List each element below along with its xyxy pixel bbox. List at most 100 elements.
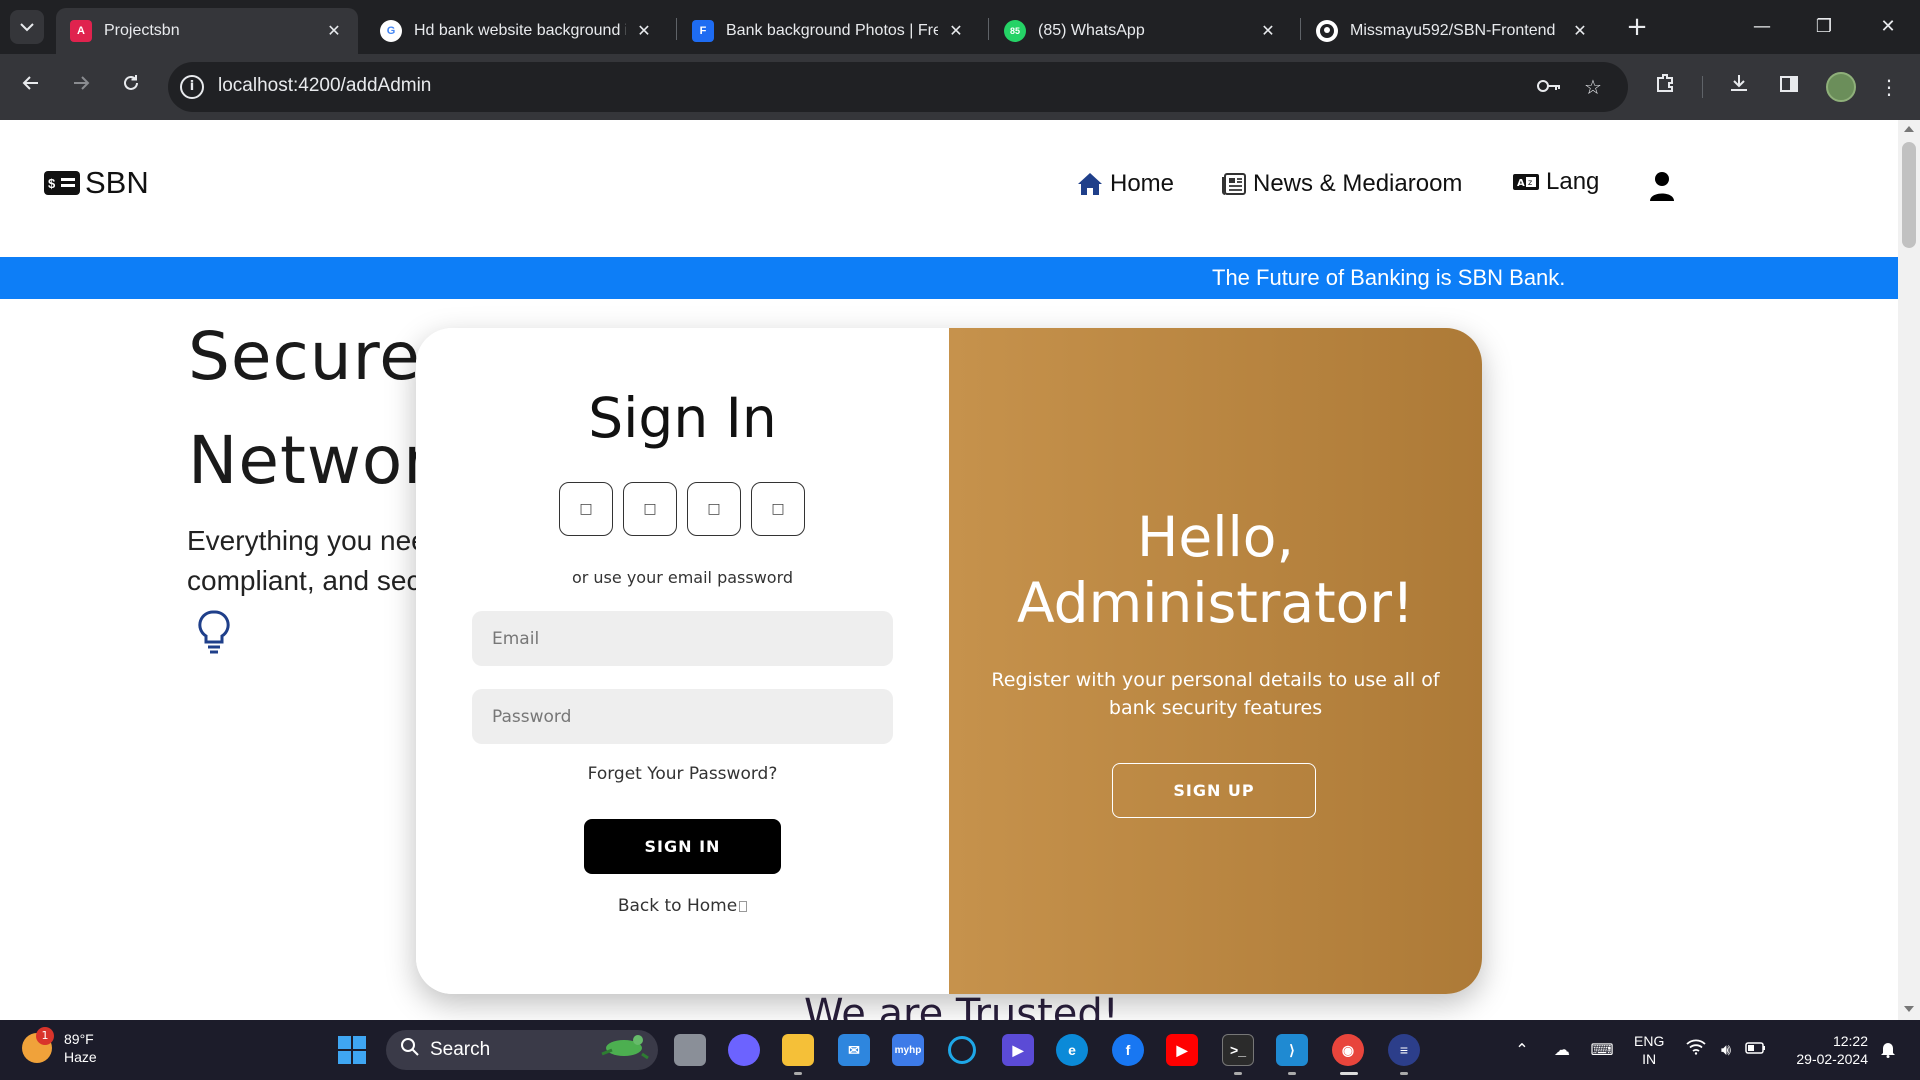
clock-time: 12:22 <box>1832 1033 1868 1049</box>
reload-button[interactable] <box>114 70 148 104</box>
profile-avatar[interactable] <box>1826 72 1856 102</box>
volume-icon[interactable]: 🔊︎ <box>1714 1038 1738 1062</box>
tab-whatsapp[interactable]: 85 (85) WhatsApp ✕ <box>990 8 1292 54</box>
tab-title: Bank background Photos | Free <box>726 22 938 39</box>
brand-logo[interactable]: $ SBN <box>44 165 149 201</box>
back-to-home-link[interactable]: Back to Home <box>416 896 949 916</box>
task-view-icon[interactable] <box>674 1034 706 1066</box>
new-tab-button[interactable]: + <box>1622 12 1652 42</box>
edge-icon[interactable]: e <box>1056 1034 1088 1066</box>
hero-subtitle-line-2: compliant, and sec <box>187 565 421 596</box>
back-button[interactable] <box>14 70 48 104</box>
input-language[interactable]: ENG IN <box>1634 1032 1664 1068</box>
eclipse-icon[interactable]: ≡ <box>1388 1034 1420 1066</box>
page-scrollbar[interactable] <box>1898 120 1920 1020</box>
announcement-ticker: The Future of Banking is SBN Bank. <box>0 257 1898 299</box>
signup-button[interactable]: SIGN UP <box>1112 763 1316 818</box>
tab-google-search[interactable]: G Hd bank website background in ✕ <box>366 8 668 54</box>
chevron-down-icon <box>20 23 34 32</box>
system-clock[interactable]: 12:22 29-02-2024 <box>1786 1032 1868 1068</box>
media-player-icon[interactable]: ▶ <box>1002 1034 1034 1066</box>
close-icon[interactable]: ✕ <box>946 21 966 41</box>
notification-bell-icon[interactable] <box>1880 1040 1896 1058</box>
terminal-icon[interactable]: >_ <box>1222 1034 1254 1066</box>
placeholder-glyph-icon <box>739 900 748 912</box>
close-icon[interactable]: ✕ <box>324 21 344 41</box>
nav-lang[interactable]: Az Lang <box>1512 168 1599 196</box>
password-field[interactable] <box>472 689 893 744</box>
chrome-icon[interactable]: ◉ <box>1332 1034 1364 1066</box>
hello-panel: Hello, Administrator! Register with your… <box>949 328 1482 994</box>
chevron-up-icon[interactable]: ⌃ <box>1510 1038 1534 1062</box>
hero-title-line-2: Networ <box>188 422 432 499</box>
forward-button[interactable] <box>64 70 98 104</box>
address-bar[interactable]: i localhost:4200/addAdmin ☆ <box>168 62 1628 112</box>
tab-title: Projectsbn <box>104 22 180 39</box>
side-panel-icon[interactable] <box>1772 70 1806 104</box>
battery-icon[interactable] <box>1744 1038 1768 1062</box>
windows-start-icon[interactable] <box>336 1034 368 1066</box>
close-icon[interactable]: ✕ <box>1570 21 1590 41</box>
site-info-icon[interactable]: i <box>180 75 204 99</box>
tab-search-button[interactable] <box>10 10 44 44</box>
weather-temp: 89°F <box>64 1031 94 1047</box>
close-window-button[interactable]: ✕ <box>1868 12 1908 42</box>
menu-kebab-icon[interactable]: ⋮ <box>1872 70 1906 104</box>
tab-title: Missmayu592/SBN-Frontend <box>1350 22 1556 39</box>
social-login-button-3[interactable]: □ <box>687 482 741 536</box>
myhp-icon[interactable]: myhp <box>892 1034 924 1066</box>
keyboard-icon[interactable]: ⌨ <box>1590 1038 1614 1062</box>
weather-desc: Haze <box>64 1049 97 1065</box>
mail-icon[interactable]: ✉ <box>838 1034 870 1066</box>
running-indicator <box>1400 1072 1408 1075</box>
svg-text:z: z <box>1528 178 1532 187</box>
cortana-icon[interactable] <box>948 1036 976 1064</box>
url-text[interactable]: localhost:4200/addAdmin <box>218 75 431 97</box>
search-icon <box>400 1037 420 1063</box>
user-account-icon[interactable] <box>1648 170 1676 202</box>
wifi-icon[interactable] <box>1684 1038 1708 1062</box>
tab-freepik[interactable]: F Bank background Photos | Free ✕ <box>678 8 980 54</box>
file-explorer-icon[interactable] <box>782 1034 814 1066</box>
vscode-icon[interactable]: ⟩ <box>1276 1034 1308 1066</box>
extensions-icon[interactable] <box>1648 70 1682 104</box>
signin-modal: Sign In □ □ □ □ or use your email passwo… <box>416 328 1482 994</box>
onedrive-icon[interactable]: ☁ <box>1550 1038 1574 1062</box>
arrow-right-icon <box>74 76 90 90</box>
close-icon[interactable]: ✕ <box>1258 21 1278 41</box>
hero-subtitle-line-1: Everything you nee <box>187 525 427 556</box>
tab-projectsbn[interactable]: A Projectsbn ✕ <box>56 8 358 54</box>
nav-news-mediaroom[interactable]: News & Mediaroom <box>1221 170 1462 198</box>
social-login-button-1[interactable]: □ <box>559 482 613 536</box>
close-icon[interactable]: ✕ <box>634 21 654 41</box>
running-indicator <box>1288 1072 1296 1075</box>
email-field[interactable] <box>472 611 893 666</box>
tab-github[interactable]: Missmayu592/SBN-Frontend ✕ <box>1302 8 1604 54</box>
scroll-down-arrow-icon[interactable] <box>1904 1006 1914 1012</box>
download-icon[interactable] <box>1722 70 1756 104</box>
weather-widget[interactable]: 1 89°F Haze <box>22 1027 97 1066</box>
signin-button[interactable]: SIGN IN <box>584 819 781 874</box>
restore-button[interactable]: ❐ <box>1804 12 1844 42</box>
tab-separator <box>676 18 677 40</box>
social-login-button-2[interactable]: □ <box>623 482 677 536</box>
teams-chat-icon[interactable] <box>728 1034 760 1066</box>
newspaper-icon <box>1221 172 1247 196</box>
taskbar-search-label: Search <box>430 1039 491 1060</box>
minimize-button[interactable]: — <box>1742 12 1782 42</box>
youtube-icon[interactable]: ▶ <box>1166 1034 1198 1066</box>
tab-separator <box>988 18 989 40</box>
browser-toolbar: i localhost:4200/addAdmin ☆ ⋮ <box>0 54 1920 120</box>
password-key-icon[interactable] <box>1536 74 1562 100</box>
social-login-button-4[interactable]: □ <box>751 482 805 536</box>
forgot-password-link[interactable]: Forget Your Password? <box>416 764 949 784</box>
scroll-thumb[interactable] <box>1902 142 1916 248</box>
facebook-icon[interactable]: f <box>1112 1034 1144 1066</box>
lightbulb-icon <box>196 609 232 655</box>
svg-text:A: A <box>1517 178 1525 189</box>
freepik-icon: F <box>692 20 714 42</box>
running-indicator <box>1234 1072 1242 1075</box>
nav-home[interactable]: Home <box>1076 170 1174 198</box>
scroll-up-arrow-icon[interactable] <box>1904 126 1914 132</box>
bookmark-star-icon[interactable]: ☆ <box>1580 74 1606 100</box>
